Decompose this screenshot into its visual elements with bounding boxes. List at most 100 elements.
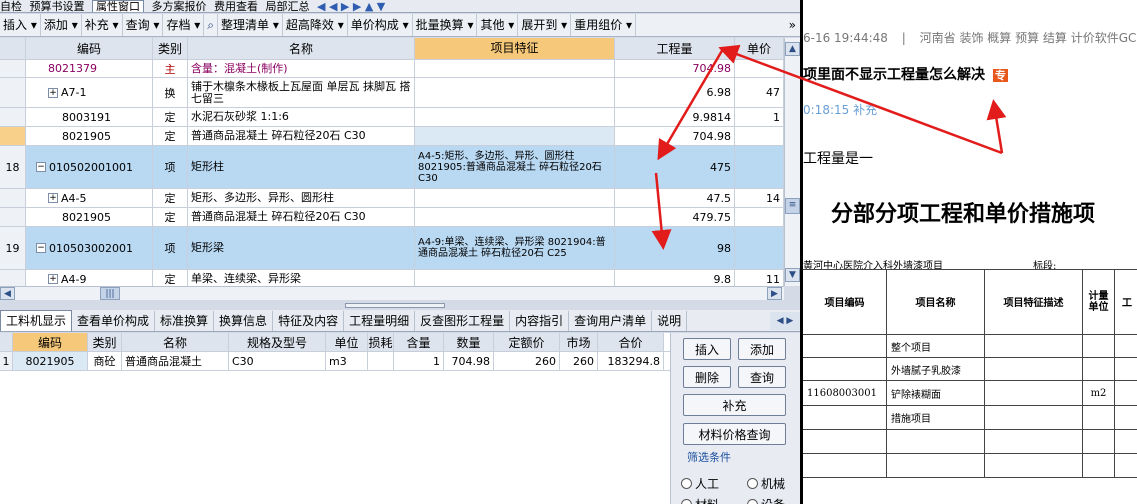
menu-other[interactable]: 其他 ▾ xyxy=(477,14,519,36)
mheader-quota-price[interactable]: 定额价 xyxy=(494,333,560,351)
header-code[interactable]: 编码 xyxy=(26,38,153,59)
filter-machine-radio[interactable]: 机械 xyxy=(747,475,785,492)
query-button[interactable]: 查询 xyxy=(738,366,786,388)
tab-content-guide[interactable]: 内容指引 xyxy=(510,311,570,331)
tab-notes[interactable]: 说明 xyxy=(652,311,688,331)
tab-scroll-icon[interactable]: ◀ ▶ xyxy=(770,312,800,330)
menu-height-efficiency[interactable]: 超高降效 ▾ xyxy=(283,14,348,36)
mheader-total[interactable]: 合价 xyxy=(598,333,664,351)
qa-webpage-panel: 6-16 19:44:48 | 河南省 装饰 概算 预算 结算 计价软件GC 项… xyxy=(800,0,1137,504)
filter-equipment-radio[interactable]: 设备 xyxy=(747,496,785,504)
header-type[interactable]: 类别 xyxy=(153,38,188,59)
mheader-content[interactable]: 含量 xyxy=(394,333,444,351)
table-row[interactable]: 19 −010503002001 项 矩形梁 A4-9:单梁、连续梁、异形梁 8… xyxy=(0,227,784,270)
material-side-panel: 插入 添加 删除 查询 补充 材料价格查询 筛选条件 人工 机械 材料 设备 xyxy=(670,333,800,504)
menu-organize-list[interactable]: 整理清单 ▾ xyxy=(218,14,283,36)
table-row[interactable]: 8021905 定 普通商品混凝土 碎石粒径20石 C30 479.75 xyxy=(0,208,784,227)
table-row[interactable]: + A4-5 定 矩形、多边形、异形、圆形柱 47.5 14 xyxy=(0,189,784,208)
navigation-arrows-icon[interactable]: ◀ ◀ ▶ ▶ ▲ ▼ xyxy=(317,1,385,12)
scroll-thumb[interactable]: ||| xyxy=(100,287,120,300)
header-name[interactable]: 名称 xyxy=(188,38,415,59)
material-row[interactable]: 1 8021905 商砼 普通商品混凝土 C30 m3 1 704.98 260… xyxy=(0,352,670,371)
expand-icon[interactable]: + xyxy=(48,87,58,98)
menu-batch-convert[interactable]: 批量换算 ▾ xyxy=(413,14,478,36)
insert-button[interactable]: 插入 xyxy=(683,338,731,360)
toolbar-item-multi-plan[interactable]: 多方案报价 xyxy=(152,1,207,12)
post-tags[interactable]: 河南省 装饰 概算 预算 结算 计价软件GC xyxy=(920,31,1137,45)
filter-labor-radio[interactable]: 人工 xyxy=(681,475,719,492)
menu-expand-to[interactable]: 展开到 ▾ xyxy=(518,14,572,36)
splitter-handle[interactable] xyxy=(345,303,445,308)
doc-header-name: 项目名称 xyxy=(887,269,985,335)
mheader-spec[interactable]: 规格及型号 xyxy=(229,333,326,351)
header-quantity[interactable]: 工程量 xyxy=(615,38,735,59)
doc-header-code: 项目编码 xyxy=(803,269,887,335)
menu-supplement[interactable]: 补充 ▾ xyxy=(82,14,123,36)
post-meta: 6-16 19:44:48 | 河南省 装饰 概算 预算 结算 计价软件GC xyxy=(803,31,1137,45)
scroll-down-icon[interactable]: ▼ xyxy=(785,268,800,282)
tab-standard-convert[interactable]: 标准换算 xyxy=(155,311,215,331)
table-row[interactable]: + A7-1 换 铺于木檩条木椽板上瓦屋面 单层瓦 抹脚瓦 搭七留三 6.98 4… xyxy=(0,78,784,108)
mheader-name[interactable]: 名称 xyxy=(122,333,229,351)
tab-materials[interactable]: 工料机显示 xyxy=(0,310,73,331)
menu-archive[interactable]: 存档 ▾ xyxy=(163,14,205,36)
table-row[interactable]: 8003191 定 水泥石灰砂浆 1:1:6 9.9814 1 xyxy=(0,108,784,127)
expand-icon[interactable]: + xyxy=(48,193,58,203)
grid-vertical-scrollbar[interactable]: ▲ ≡ ▼ xyxy=(784,38,800,286)
menu-unit-price[interactable]: 单价构成 ▾ xyxy=(348,14,413,36)
collapse-icon[interactable]: − xyxy=(36,243,46,253)
table-row[interactable]: 18 −010502001001 项 矩形柱 A4-5:矩形、多边形、异形、圆形… xyxy=(0,146,784,189)
supplement-button[interactable]: 补充 xyxy=(683,394,786,416)
menu-insert[interactable]: 插入 ▾ xyxy=(0,14,41,36)
toolbar-item-cost-view[interactable]: 费用查看 xyxy=(214,1,258,12)
top-toolbar: 自检 预算书设置 属性窗口 多方案报价 费用查看 局部汇总 ◀ ◀ ▶ ▶ ▲ … xyxy=(0,0,800,13)
mheader-code[interactable]: 编码 xyxy=(13,333,88,351)
answer-time: 0:18:15 补充 xyxy=(803,103,878,117)
doc-header-unit: 计量单位 xyxy=(1083,269,1115,335)
tab-unit-price[interactable]: 查看单价构成 xyxy=(72,311,156,331)
material-price-query-button[interactable]: 材料价格查询 xyxy=(683,423,786,445)
tab-convert-info[interactable]: 换算信息 xyxy=(214,311,274,331)
bill-grid: 编码 类别 名称 项目特征 工程量 单价 8021379 主 含量：混凝土(制作… xyxy=(0,38,784,286)
menu-overflow-icon[interactable]: » xyxy=(789,14,796,36)
doc-title: 分部分项工程和单价措施项 xyxy=(831,201,1096,227)
mheader-unit[interactable]: 单位 xyxy=(326,333,368,351)
toolbar-item-self-check[interactable]: 自检 xyxy=(0,1,22,12)
menu-query[interactable]: 查询 ▾ xyxy=(123,14,164,36)
menu-reuse-price[interactable]: 重用组价 ▾ xyxy=(571,14,637,36)
scroll-right-icon[interactable]: ▶ xyxy=(767,287,782,300)
mheader-qty[interactable]: 数量 xyxy=(444,333,494,351)
search-icon[interactable]: ⌕ xyxy=(204,14,219,36)
mheader-loss[interactable]: 损耗 xyxy=(368,333,394,351)
doc-header-desc: 项目特征描述 xyxy=(985,269,1083,335)
scroll-left-icon[interactable]: ◀ xyxy=(0,287,15,300)
add-button[interactable]: 添加 xyxy=(738,338,786,360)
delete-button[interactable]: 删除 xyxy=(683,366,731,388)
tab-user-list[interactable]: 查询用户清单 xyxy=(569,311,653,331)
software-window: 自检 预算书设置 属性窗口 多方案报价 费用查看 局部汇总 ◀ ◀ ▶ ▶ ▲ … xyxy=(0,0,800,504)
scroll-thumb[interactable]: ≡ xyxy=(785,198,800,214)
toolbar-item-budget-settings[interactable]: 预算书设置 xyxy=(30,1,85,12)
scroll-up-icon[interactable]: ▲ xyxy=(785,42,800,56)
table-row[interactable]: + A4-9 定 单梁、连续梁、异形梁 9.8 11 xyxy=(0,270,784,286)
tab-features[interactable]: 特征及内容 xyxy=(273,311,345,331)
doc-header-extra: 工 xyxy=(1115,269,1137,335)
table-row[interactable]: 8021905 定 普通商品混凝土 碎石粒径20石 C30 704.98 xyxy=(0,127,784,146)
mheader-market[interactable]: 市场 xyxy=(560,333,598,351)
toolbar-item-property-window[interactable]: 属性窗口 xyxy=(92,0,144,12)
toolbar-item-local-summary[interactable]: 局部汇总 xyxy=(266,1,310,12)
pane-splitter[interactable] xyxy=(0,300,800,310)
expand-icon[interactable]: + xyxy=(48,274,58,284)
mheader-type[interactable]: 类别 xyxy=(88,333,122,351)
tab-quantity-detail[interactable]: 工程量明细 xyxy=(344,311,416,331)
collapse-icon[interactable]: − xyxy=(36,162,46,172)
header-feature[interactable]: 项目特征 xyxy=(415,38,615,59)
menu-add[interactable]: 添加 ▾ xyxy=(41,14,82,36)
grid-horizontal-scrollbar[interactable]: ◀ ||| ▶ xyxy=(0,286,784,300)
post-time: 6-16 19:44:48 xyxy=(803,31,888,45)
filter-title: 筛选条件 xyxy=(687,451,731,464)
filter-material-radio[interactable]: 材料 xyxy=(681,496,719,504)
tab-reverse-graphic[interactable]: 反查图形工程量 xyxy=(415,311,511,331)
header-unit-price[interactable]: 单价 xyxy=(735,38,784,59)
table-row[interactable]: 8021379 主 含量：混凝土(制作) 704.98 xyxy=(0,60,784,78)
